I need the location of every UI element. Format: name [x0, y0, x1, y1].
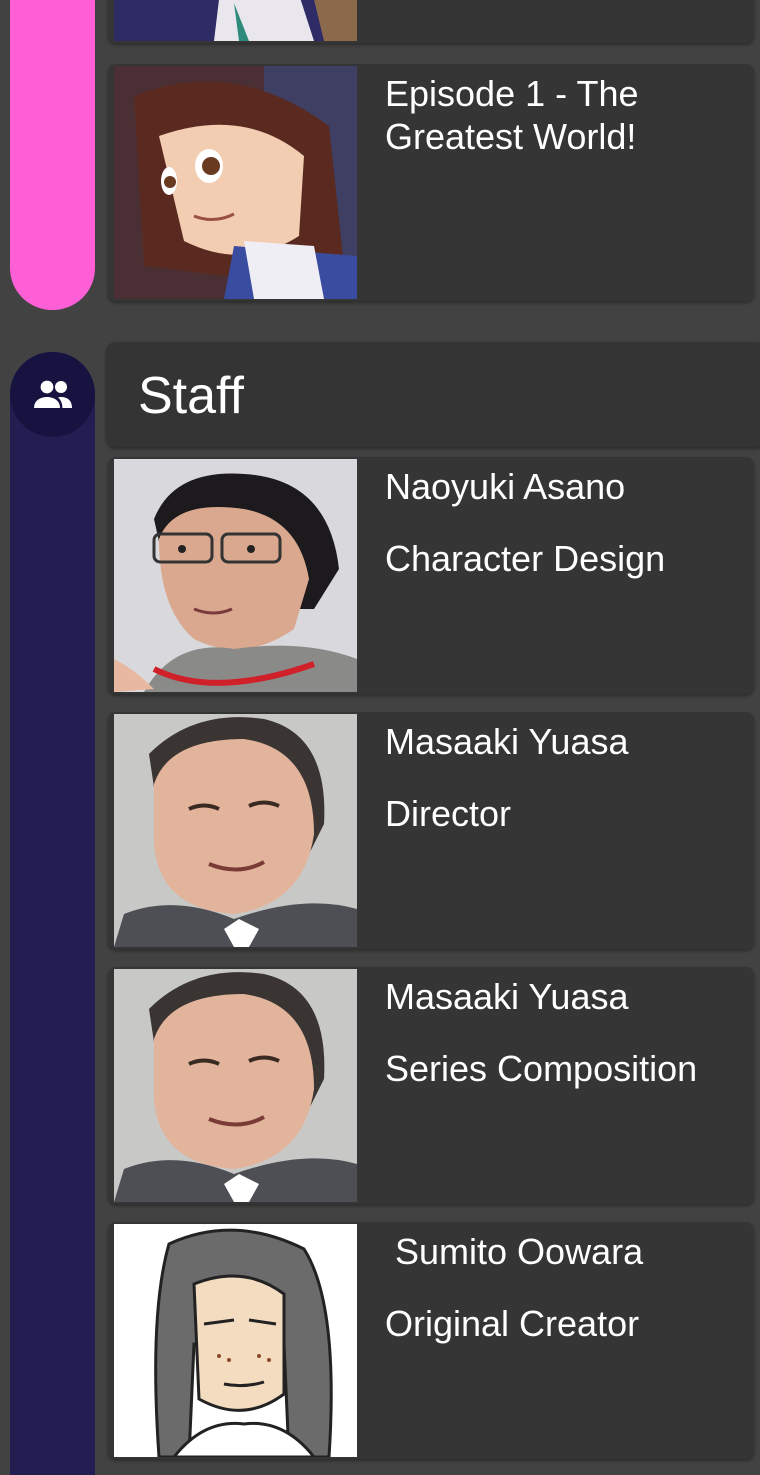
episode-card[interactable]: Episode 1 - The Greatest World! [108, 64, 754, 301]
staff-card[interactable]: Masaaki Yuasa Series Composition [108, 967, 754, 1204]
staff-card[interactable]: Masaaki Yuasa Director [108, 712, 754, 949]
anime-details-page: Episode 1 - The Greatest World! Staff Na… [0, 0, 760, 1475]
staff-photo [114, 714, 357, 947]
episodes-section-rail [10, 0, 95, 310]
staff-section-rail [10, 352, 95, 1475]
staff-name: Masaaki Yuasa [385, 721, 629, 762]
staff-card[interactable]: Naoyuki Asano Character Design [108, 457, 754, 694]
staff-section-header: Staff [106, 342, 760, 447]
staff-photo [114, 459, 357, 692]
staff-name: Sumito Oowara [385, 1231, 644, 1272]
staff-name: Masaaki Yuasa [385, 976, 629, 1017]
section-title: Staff [138, 367, 245, 425]
episode-card[interactable] [108, 0, 754, 43]
staff-photo [114, 969, 357, 1202]
people-icon [10, 352, 95, 437]
episode-thumbnail [114, 0, 357, 41]
staff-photo [114, 1224, 357, 1457]
staff-card[interactable]: Sumito Oowara Original Creator [108, 1222, 754, 1459]
staff-role: Director [385, 793, 512, 834]
staff-role: Original Creator [385, 1303, 640, 1344]
staff-role: Character Design [385, 538, 666, 579]
staff-role: Series Composition [385, 1048, 698, 1089]
episode-title: Episode 1 - The Greatest World! [385, 73, 639, 157]
staff-name: Naoyuki Asano [385, 466, 626, 507]
episode-thumbnail [114, 66, 357, 299]
